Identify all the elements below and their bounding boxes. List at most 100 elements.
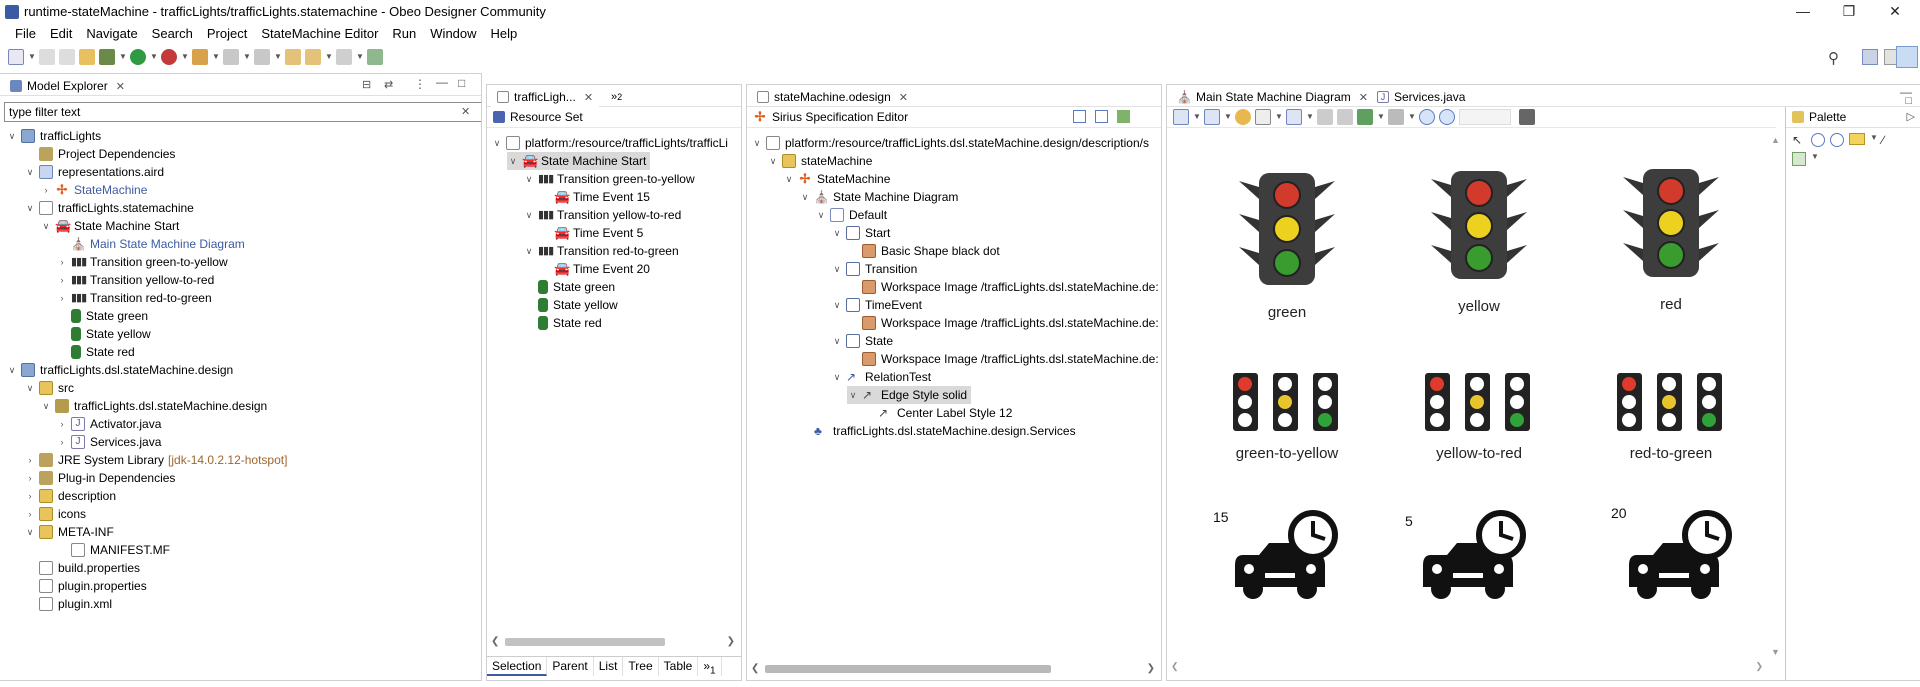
tree-row[interactable]: State red <box>523 314 602 332</box>
tree-row[interactable]: ∨ Transition <box>831 260 917 278</box>
next-annotation-icon[interactable] <box>223 49 239 65</box>
tab-odesign[interactable]: stateMachine.odesign ✕ <box>751 87 914 107</box>
unpin-icon[interactable] <box>1337 109 1353 125</box>
chevron-down-icon[interactable]: ▼ <box>212 49 220 65</box>
state-node-red[interactable] <box>1621 165 1721 285</box>
menu-file[interactable]: File <box>8 24 43 44</box>
last-edit-icon[interactable] <box>285 49 301 65</box>
close-icon[interactable]: ✕ <box>1359 91 1368 104</box>
chevron-down-icon[interactable]: ▼ <box>1193 109 1201 125</box>
tab-overflow[interactable]: » 2 <box>605 87 628 107</box>
chevron-down-icon[interactable]: ▼ <box>1377 109 1385 125</box>
search-icon[interactable]: ⚲ <box>1828 49 1839 67</box>
tree-row[interactable]: State yellow <box>523 296 618 314</box>
filters-icon[interactable] <box>1286 109 1302 125</box>
restore-icon[interactable]: ❐ <box>1826 0 1872 22</box>
tree-row[interactable]: Workspace Image /trafficLights.dsl.state… <box>847 350 1159 368</box>
tree-row[interactable]: ↗ Center Label Style 12 <box>863 404 1012 422</box>
chevron-down-icon[interactable]: ▼ <box>243 49 251 65</box>
chevron-down-icon[interactable]: ▼ <box>1306 109 1314 125</box>
external-tools-icon[interactable] <box>161 49 177 65</box>
zoom-combo[interactable] <box>1459 109 1511 125</box>
tree-row[interactable]: ∨ trafficLights <box>6 127 101 145</box>
chevron-down-icon[interactable]: ▼ <box>119 49 127 65</box>
previous-annotation-icon[interactable] <box>254 49 270 65</box>
tree-row[interactable]: State red <box>56 343 135 361</box>
chevron-right-icon[interactable]: › <box>56 415 68 433</box>
tab-list[interactable]: List <box>594 657 624 676</box>
validate-icon[interactable] <box>1117 110 1130 123</box>
chevron-down-icon[interactable]: ∨ <box>24 199 36 217</box>
tree-row[interactable]: › ✢ StateMachine <box>40 181 148 199</box>
scroll-left-icon[interactable]: ❮ <box>1171 661 1179 672</box>
minimize-icon[interactable]: — <box>1780 0 1826 22</box>
select-all-icon[interactable] <box>1173 109 1189 125</box>
forward-icon[interactable] <box>336 49 352 65</box>
close-icon[interactable]: ✕ <box>899 91 908 104</box>
tree-row[interactable]: ∨ ▮▮▮ Transition yellow-to-red <box>523 206 682 224</box>
tree-row[interactable]: State green <box>523 278 615 296</box>
zoom-out-tool-icon[interactable] <box>1830 133 1844 147</box>
run-icon[interactable] <box>130 49 146 65</box>
select-tool-icon[interactable]: ↖ <box>1792 133 1806 147</box>
chevron-down-icon[interactable]: ∨ <box>831 332 843 350</box>
tree-row[interactable]: ♣ trafficLights.dsl.stateMachine.design.S… <box>799 422 1076 440</box>
tree-row[interactable]: ∨ representations.aird <box>24 163 164 181</box>
collapse-all-icon[interactable]: ⊟ <box>362 78 371 91</box>
chevron-down-icon[interactable]: ∨ <box>831 260 843 278</box>
tree-row[interactable]: › ▮▮▮ Transition red-to-green <box>56 289 212 307</box>
scroll-left-icon[interactable]: ❮ <box>491 636 499 647</box>
chevron-right-icon[interactable]: › <box>56 289 68 307</box>
save-icon[interactable] <box>39 49 55 65</box>
tab-selection[interactable]: Selection <box>487 657 548 676</box>
chevron-down-icon[interactable]: ∨ <box>799 188 811 206</box>
copy-format-icon[interactable] <box>1388 109 1404 125</box>
chevron-down-icon[interactable]: ▼ <box>274 49 282 65</box>
tree-row[interactable]: ∨ ↗ RelationTest <box>831 368 931 386</box>
tree-row[interactable]: ⛪ Main State Machine Diagram <box>56 235 245 253</box>
export-image-icon[interactable] <box>1519 109 1535 125</box>
menu-help[interactable]: Help <box>484 24 525 44</box>
link-editor-icon[interactable]: ⇄ <box>384 78 393 91</box>
time-event-node[interactable]: 5 <box>1405 510 1535 613</box>
save-all-icon[interactable] <box>59 49 75 65</box>
open-type-icon[interactable] <box>192 49 208 65</box>
close-icon[interactable]: ✕ <box>584 91 593 104</box>
chevron-down-icon[interactable]: ∨ <box>507 152 519 170</box>
chevron-down-icon[interactable]: ▼ <box>1811 152 1819 166</box>
tree-row[interactable]: ∨ stateMachine <box>767 152 872 170</box>
chevron-down-icon[interactable]: ▼ <box>356 49 364 65</box>
tree-row[interactable]: Project Dependencies <box>24 145 175 163</box>
chevron-down-icon[interactable]: ▼ <box>325 49 333 65</box>
chevron-down-icon[interactable]: ∨ <box>815 206 827 224</box>
chevron-down-icon[interactable]: ∨ <box>767 152 779 170</box>
tree-row[interactable]: ∨ trafficLights.dsl.stateMachine.design <box>6 361 233 379</box>
menu-statemachine-editor[interactable]: StateMachine Editor <box>254 24 385 44</box>
chevron-down-icon[interactable]: ▼ <box>28 49 36 65</box>
tree-row[interactable]: ∨ trafficLights.dsl.stateMachine.design <box>40 397 267 415</box>
chevron-down-icon[interactable]: ∨ <box>523 242 535 260</box>
chevron-down-icon[interactable]: ∨ <box>523 206 535 224</box>
scroll-right-icon[interactable]: ❯ <box>727 636 735 647</box>
refactor-icon[interactable] <box>79 49 95 65</box>
chevron-down-icon[interactable]: ∨ <box>831 368 843 386</box>
tree-row[interactable]: ∨ ▮▮▮ Transition green-to-yellow <box>523 170 695 188</box>
scroll-left-icon[interactable]: ❮ <box>751 663 759 674</box>
arrange-icon[interactable] <box>1255 109 1271 125</box>
tree-row[interactable]: plugin.properties <box>24 577 147 595</box>
scroll-up-icon[interactable]: ▲ <box>1771 135 1780 145</box>
chevron-down-icon[interactable]: ▼ <box>1224 109 1232 125</box>
collapse-palette-icon[interactable]: ▷ <box>1907 110 1915 123</box>
diagram-canvas[interactable]: green yellow red green-to-yellow yellow-… <box>1167 129 1771 669</box>
tree-row[interactable]: ∨ 🚘 State Machine Start <box>507 152 651 170</box>
tree-row[interactable]: ∨ platform:/resource/trafficLights.dsl.st… <box>751 134 1149 152</box>
tab-services-java[interactable]: J Services.java <box>1371 87 1471 107</box>
layer-filter-icon[interactable] <box>1204 109 1220 125</box>
tab-tree[interactable]: Tree <box>623 657 659 676</box>
tab-parent[interactable]: Parent <box>547 657 594 676</box>
zoom-out-icon[interactable] <box>1439 109 1455 125</box>
back-icon[interactable] <box>305 49 321 65</box>
distribute-icon[interactable] <box>1357 109 1373 125</box>
chevron-down-icon[interactable]: ∨ <box>523 170 535 188</box>
chevron-right-icon[interactable]: › <box>56 253 68 271</box>
